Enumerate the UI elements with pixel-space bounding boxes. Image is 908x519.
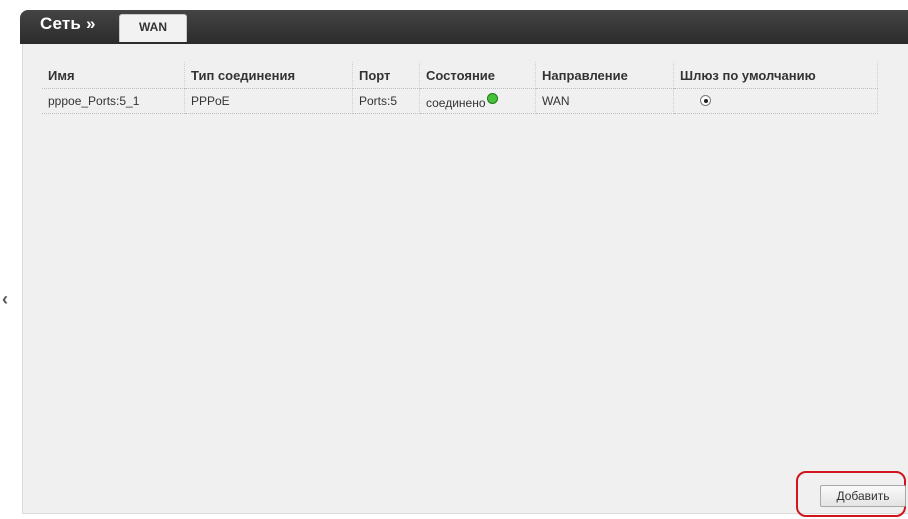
state-label: соединено <box>426 95 486 110</box>
cell-state[interactable]: соединено <box>419 88 536 114</box>
section-title[interactable]: Сеть » <box>40 14 96 34</box>
column-header-connection-type[interactable]: Тип соединения <box>184 62 353 89</box>
column-header-state[interactable]: Состояние <box>419 62 536 89</box>
default-gateway-radio[interactable] <box>700 95 711 106</box>
cell-default-gateway <box>673 88 878 114</box>
table-header-row: Имя Тип соединения Порт Состояние Направ… <box>42 62 878 89</box>
tab-wan[interactable]: WAN <box>119 14 187 42</box>
wan-connections-table: Имя Тип соединения Порт Состояние Направ… <box>42 62 878 114</box>
column-header-direction[interactable]: Направление <box>535 62 674 89</box>
column-header-default-gateway[interactable]: Шлюз по умолчанию <box>673 62 878 89</box>
column-header-name[interactable]: Имя <box>42 62 185 89</box>
cell-name[interactable]: pppoe_Ports:5_1 <box>42 88 185 114</box>
cell-direction[interactable]: WAN <box>535 88 674 114</box>
page: Сеть » WAN ‹ Имя Тип соединения Порт Сос… <box>0 0 908 519</box>
chevron-left-icon[interactable]: ‹ <box>2 290 8 308</box>
table-row[interactable]: pppoe_Ports:5_1 PPPoE Ports:5 соединено … <box>42 88 878 114</box>
column-header-port[interactable]: Порт <box>352 62 420 89</box>
add-button[interactable]: Добавить <box>820 485 906 507</box>
cell-port[interactable]: Ports:5 <box>352 88 420 114</box>
status-dot-icon <box>486 92 498 104</box>
content-panel <box>22 44 908 514</box>
cell-connection-type[interactable]: PPPoE <box>184 88 353 114</box>
